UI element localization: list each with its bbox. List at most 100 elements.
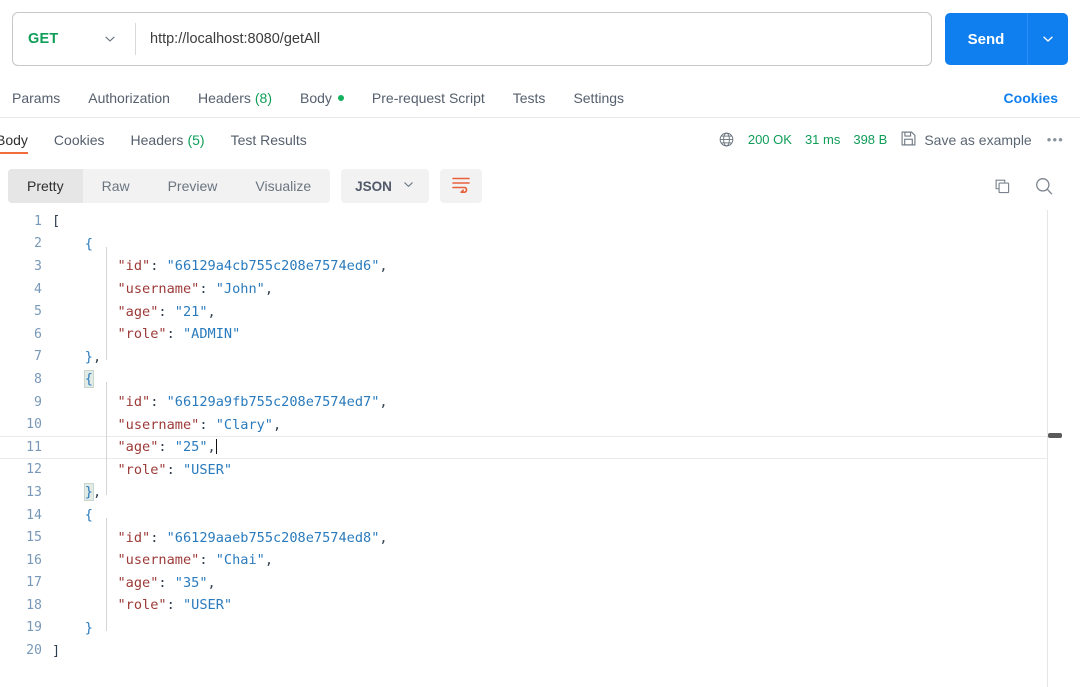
response-tab-bar: Body Cookies Headers (5) Test Results bbox=[0, 119, 1080, 160]
code-token: [ bbox=[52, 213, 60, 229]
response-size: 398 B bbox=[853, 132, 887, 147]
response-more-options-button[interactable]: ••• bbox=[1045, 132, 1066, 147]
code-token bbox=[52, 258, 117, 274]
line-number: 6 bbox=[0, 327, 52, 342]
copy-icon[interactable] bbox=[993, 177, 1012, 196]
code-line[interactable]: 7 }, bbox=[0, 346, 1047, 369]
view-mode-preview[interactable]: Preview bbox=[149, 169, 237, 203]
code-token bbox=[52, 439, 117, 455]
code-line[interactable]: 6 "role": "ADMIN" bbox=[0, 323, 1047, 346]
tab-body[interactable]: Body bbox=[300, 90, 344, 106]
code-token: : bbox=[199, 417, 215, 433]
response-tab-headers[interactable]: Headers (5) bbox=[131, 119, 205, 160]
code-token: , bbox=[265, 281, 273, 297]
response-tab-test-results[interactable]: Test Results bbox=[231, 119, 307, 160]
code-line[interactable]: 19 } bbox=[0, 617, 1047, 640]
response-format-label: JSON bbox=[355, 179, 392, 194]
globe-icon[interactable] bbox=[718, 131, 735, 148]
code-line[interactable]: 20] bbox=[0, 639, 1047, 662]
code-line[interactable]: 1[ bbox=[0, 210, 1047, 233]
code-line-text: { bbox=[52, 507, 1047, 523]
code-line[interactable]: 2 { bbox=[0, 233, 1047, 256]
line-number: 7 bbox=[0, 349, 52, 364]
code-token: : bbox=[158, 304, 174, 320]
code-line[interactable]: 11 "age": "25", bbox=[0, 436, 1047, 459]
code-token: ] bbox=[52, 643, 60, 659]
send-options-chevron-down-icon[interactable] bbox=[1027, 13, 1068, 65]
view-mode-visualize[interactable]: Visualize bbox=[236, 169, 330, 203]
http-method-selector[interactable]: GET bbox=[13, 13, 135, 65]
code-line-text: "username": "Chai", bbox=[52, 552, 1047, 568]
tab-params-label: Params bbox=[12, 90, 60, 106]
response-format-select[interactable]: JSON bbox=[341, 169, 429, 203]
code-token: "id" bbox=[117, 394, 150, 410]
tab-params[interactable]: Params bbox=[12, 90, 60, 106]
wrap-lines-button[interactable] bbox=[440, 169, 482, 203]
json-code-lines: 1[2 {3 "id": "66129a4cb755c208e7574ed6",… bbox=[0, 210, 1047, 662]
line-number: 9 bbox=[0, 395, 52, 410]
code-line-text: } bbox=[52, 620, 1047, 636]
code-line-text: "username": "John", bbox=[52, 281, 1047, 297]
code-line[interactable]: 8 { bbox=[0, 368, 1047, 391]
code-line-text: "id": "66129a9fb755c208e7574ed7", bbox=[52, 394, 1047, 410]
search-icon[interactable] bbox=[1034, 176, 1054, 196]
code-line[interactable]: 5 "age": "21", bbox=[0, 300, 1047, 323]
code-line[interactable]: 13 }, bbox=[0, 481, 1047, 504]
code-token: : bbox=[150, 530, 166, 546]
tab-headers[interactable]: Headers (8) bbox=[198, 90, 272, 106]
code-token: "role" bbox=[117, 462, 166, 478]
save-as-example-button[interactable]: Save as example bbox=[900, 130, 1031, 150]
code-token: "username" bbox=[117, 281, 199, 297]
code-line-text: "role": "ADMIN" bbox=[52, 326, 1047, 342]
tab-authorization[interactable]: Authorization bbox=[88, 90, 170, 106]
code-token: "age" bbox=[117, 439, 158, 455]
line-number: 19 bbox=[0, 620, 52, 635]
response-tab-cookies[interactable]: Cookies bbox=[54, 119, 105, 160]
code-line[interactable]: 10 "username": "Clary", bbox=[0, 413, 1047, 436]
chevron-down-icon bbox=[402, 178, 415, 194]
code-token: "25" bbox=[175, 439, 208, 455]
code-line[interactable]: 18 "role": "USER" bbox=[0, 594, 1047, 617]
code-token: : bbox=[199, 281, 215, 297]
line-number: 3 bbox=[0, 259, 52, 274]
code-token: : bbox=[150, 394, 166, 410]
code-line[interactable]: 9 "id": "66129a9fb755c208e7574ed7", bbox=[0, 391, 1047, 414]
code-token bbox=[52, 575, 117, 591]
code-line[interactable]: 4 "username": "John", bbox=[0, 278, 1047, 301]
code-token bbox=[52, 304, 117, 320]
tab-pre-request-script[interactable]: Pre-request Script bbox=[372, 90, 485, 106]
body-modified-dot-icon bbox=[338, 95, 344, 101]
code-line[interactable]: 12 "role": "USER" bbox=[0, 459, 1047, 482]
code-line-text: }, bbox=[52, 349, 1047, 365]
url-input[interactable] bbox=[136, 13, 931, 65]
response-body-viewer[interactable]: 1[2 {3 "id": "66129a4cb755c208e7574ed6",… bbox=[0, 210, 1080, 687]
line-number: 13 bbox=[0, 485, 52, 500]
cookies-link[interactable]: Cookies bbox=[1004, 90, 1058, 106]
code-token bbox=[52, 507, 85, 523]
code-token bbox=[52, 484, 85, 500]
code-token: : bbox=[158, 575, 174, 591]
code-line[interactable]: 15 "id": "66129aaeb755c208e7574ed8", bbox=[0, 526, 1047, 549]
code-token bbox=[52, 462, 117, 478]
tab-settings[interactable]: Settings bbox=[573, 90, 624, 106]
code-line[interactable]: 14 { bbox=[0, 504, 1047, 527]
save-as-example-label: Save as example bbox=[924, 132, 1031, 148]
code-token bbox=[52, 371, 85, 387]
code-line[interactable]: 17 "age": "35", bbox=[0, 572, 1047, 595]
code-line[interactable]: 3 "id": "66129a4cb755c208e7574ed6", bbox=[0, 255, 1047, 278]
vertical-scrollbar-thumb[interactable] bbox=[1048, 433, 1062, 438]
view-mode-raw[interactable]: Raw bbox=[83, 169, 149, 203]
code-line-text: "id": "66129aaeb755c208e7574ed8", bbox=[52, 530, 1047, 546]
code-token: : bbox=[199, 552, 215, 568]
tab-tests-label: Tests bbox=[513, 90, 546, 106]
response-tab-body[interactable]: Body bbox=[0, 119, 28, 160]
view-mode-pretty[interactable]: Pretty bbox=[8, 169, 83, 203]
send-button[interactable]: Send bbox=[945, 13, 1027, 65]
code-line[interactable]: 16 "username": "Chai", bbox=[0, 549, 1047, 572]
code-token: "66129a9fb755c208e7574ed7" bbox=[167, 394, 380, 410]
tab-authorization-label: Authorization bbox=[88, 90, 170, 106]
response-format-toolbar: Pretty Raw Preview Visualize JSON bbox=[0, 162, 1080, 210]
tab-headers-label: Headers bbox=[198, 90, 251, 106]
tab-tests[interactable]: Tests bbox=[513, 90, 546, 106]
request-url-bar: GET Send bbox=[0, 0, 1080, 78]
